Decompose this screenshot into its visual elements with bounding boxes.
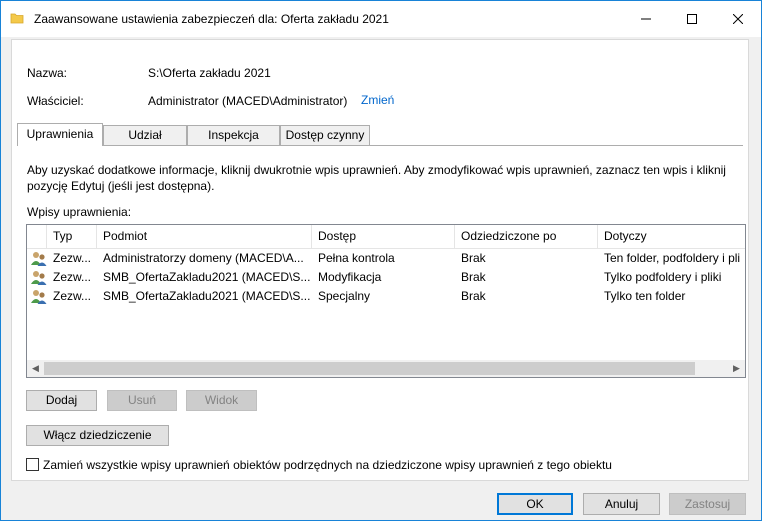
column-header-principal[interactable]: Podmiot	[97, 225, 312, 248]
horizontal-scrollbar[interactable]: ◀ ▶	[27, 360, 745, 377]
security-dialog-window: Zaawansowane ustawienia zabezpieczeń dla…	[0, 0, 762, 521]
name-label: Nazwa:	[27, 66, 68, 80]
apply-button[interactable]: Zastosuj	[669, 493, 746, 515]
dialog-content: Nazwa: S:\Oferta zakładu 2021 Właściciel…	[11, 39, 749, 481]
cell-inherited-from: Brak	[461, 251, 486, 265]
window-title: Zaawansowane ustawienia zabezpieczeń dla…	[34, 12, 389, 26]
cell-type: Zezw...	[53, 270, 92, 284]
maximize-button[interactable]	[669, 1, 715, 37]
cell-applies-to: Tylko ten folder	[604, 289, 686, 303]
cell-inherited-from: Brak	[461, 270, 486, 284]
close-icon	[733, 14, 743, 24]
minimize-button[interactable]	[623, 1, 669, 37]
ok-button[interactable]: OK	[497, 493, 573, 515]
cancel-button[interactable]: Anuluj	[583, 493, 660, 515]
folder-icon	[10, 13, 24, 24]
close-button[interactable]	[715, 1, 761, 37]
cell-applies-to: Tylko podfoldery i pliki	[604, 270, 722, 284]
cell-type: Zezw...	[53, 251, 92, 265]
tab-label: Udział	[128, 128, 162, 142]
tab-effective-access[interactable]: Dostęp czynny	[280, 125, 370, 145]
scroll-right-icon[interactable]: ▶	[728, 360, 745, 377]
owner-label: Właściciel:	[27, 94, 84, 108]
cell-principal: Administratorzy domeny (MACED\A...	[103, 251, 304, 265]
enable-inheritance-button[interactable]: Włącz dziedziczenie	[26, 425, 169, 446]
permission-entries-list[interactable]: Typ Podmiot Dostęp Odziedziczone po Doty…	[26, 224, 746, 378]
tab-label: Uprawnienia	[26, 127, 94, 141]
cell-access: Modyfikacja	[318, 270, 382, 284]
maximize-icon	[687, 14, 697, 24]
scroll-left-icon[interactable]: ◀	[27, 360, 44, 377]
table-row[interactable]: Zezw... Administratorzy domeny (MACED\A.…	[27, 249, 745, 268]
cell-principal: SMB_OfertaZakladu2021 (MACED\S...	[103, 270, 311, 284]
column-header-applies-to[interactable]: Dotyczy	[598, 225, 745, 248]
replace-child-permissions-label: Zamień wszystkie wpisy uprawnień obiektó…	[43, 458, 612, 472]
tab-permissions[interactable]: Uprawnienia	[17, 123, 103, 146]
replace-child-permissions-checkbox[interactable]	[26, 458, 39, 471]
owner-value: Administrator (MACED\Administrator)	[148, 94, 348, 108]
cell-access: Specjalny	[318, 289, 371, 303]
cell-inherited-from: Brak	[461, 289, 486, 303]
tab-label: Dostęp czynny	[285, 128, 365, 142]
tab-auditing[interactable]: Inspekcja	[187, 125, 280, 145]
description-line-1: Aby uzyskać dodatkowe informacje, klikni…	[27, 163, 726, 177]
users-icon	[31, 252, 47, 266]
cell-access: Pełna kontrola	[318, 251, 395, 265]
view-button[interactable]: Widok	[186, 390, 257, 411]
cell-principal: SMB_OfertaZakladu2021 (MACED\S...	[103, 289, 311, 303]
scrollbar-thumb[interactable]	[44, 362, 695, 375]
name-value: S:\Oferta zakładu 2021	[148, 66, 271, 80]
tab-label: Inspekcja	[208, 128, 259, 142]
table-row[interactable]: Zezw... SMB_OfertaZakladu2021 (MACED\S..…	[27, 287, 745, 306]
list-header: Typ Podmiot Dostęp Odziedziczone po Doty…	[27, 225, 745, 249]
title-bar[interactable]: Zaawansowane ustawienia zabezpieczeń dla…	[1, 1, 761, 37]
users-icon	[31, 271, 47, 285]
permission-entries-label: Wpisy uprawnienia:	[27, 205, 132, 219]
table-row[interactable]: Zezw... SMB_OfertaZakladu2021 (MACED\S..…	[27, 268, 745, 287]
remove-button[interactable]: Usuń	[107, 390, 177, 411]
add-button[interactable]: Dodaj	[26, 390, 97, 411]
column-header-type[interactable]: Typ	[47, 225, 97, 248]
column-header-access[interactable]: Dostęp	[312, 225, 455, 248]
minimize-icon	[641, 18, 651, 20]
users-icon	[31, 290, 47, 304]
column-icon	[27, 225, 47, 248]
cell-applies-to: Ten folder, podfoldery i pli	[604, 251, 741, 265]
tab-share[interactable]: Udział	[103, 125, 187, 145]
change-owner-link[interactable]: Zmień	[361, 93, 394, 107]
cell-type: Zezw...	[53, 289, 92, 303]
column-header-inherited-from[interactable]: Odziedziczone po	[455, 225, 598, 248]
description-line-2: pozycję Edytuj (jeśli jest dostępna).	[27, 179, 215, 193]
